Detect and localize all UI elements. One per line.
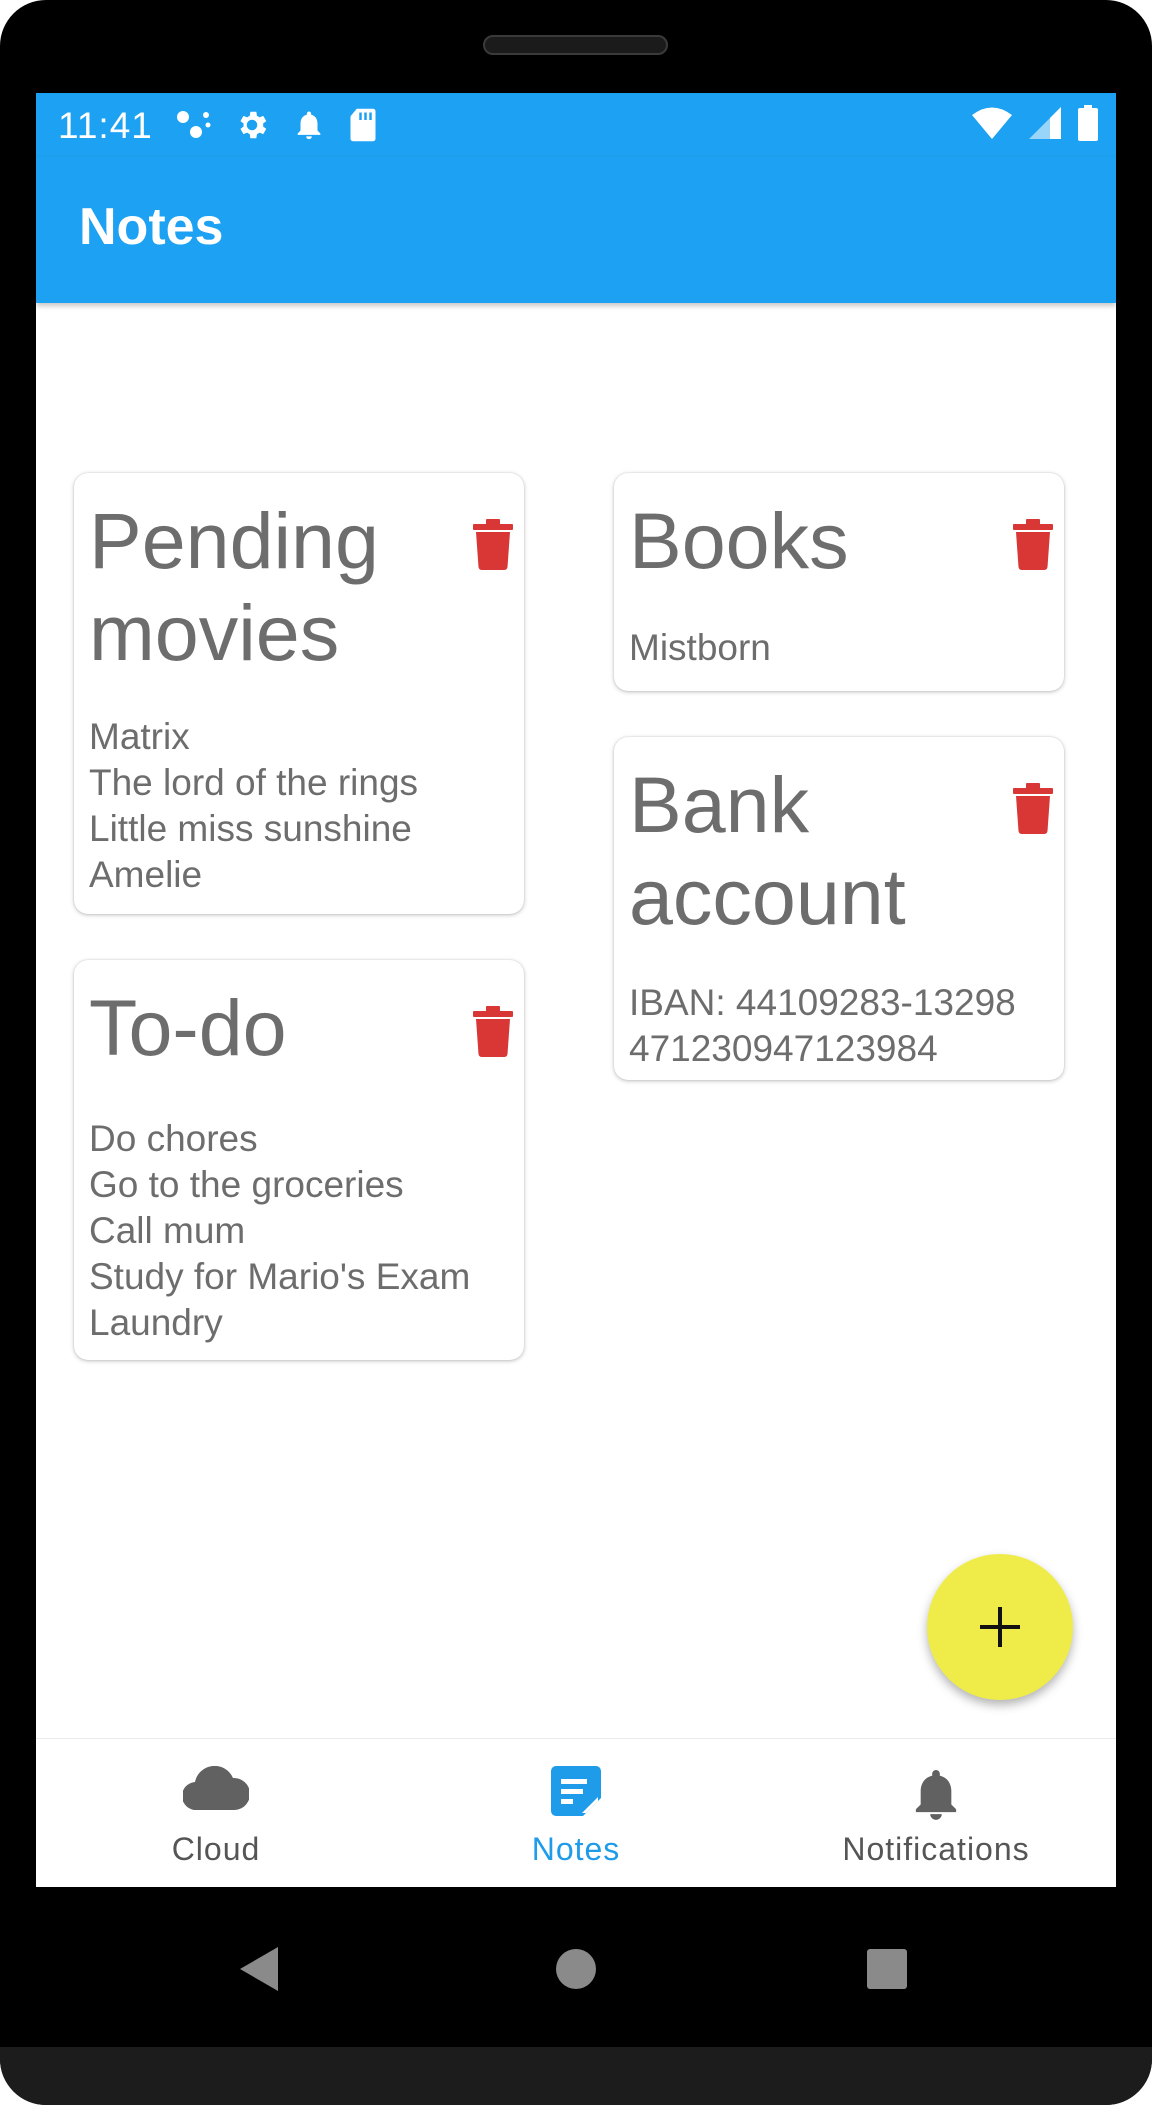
app-screen: 11:41 Notes Pending movies Matrix The lo…	[36, 93, 1116, 1887]
nav-item-notes[interactable]: Notes	[396, 1739, 756, 1887]
bottom-navigation: Cloud Notes Notifications	[36, 1738, 1116, 1887]
bell-icon	[915, 1770, 957, 1820]
add-note-button[interactable]	[927, 1554, 1073, 1700]
note-title-line: Bank	[629, 760, 810, 849]
note-card-to-do[interactable]: To-do Do chores Go to the groceries Call…	[74, 960, 524, 1360]
note-line: 471230947123984	[629, 1028, 938, 1069]
app-bar: Notes	[36, 157, 1116, 303]
trash-icon[interactable]	[473, 518, 513, 570]
note-title-line: movies	[89, 588, 340, 677]
wifi-icon	[972, 106, 1012, 145]
recents-icon[interactable]	[867, 1949, 907, 1989]
home-icon[interactable]	[555, 1948, 597, 1990]
note-line: IBAN: 44109283-13298	[629, 982, 1016, 1023]
gear-icon	[234, 107, 270, 148]
nav-label-notifications: Notifications	[842, 1831, 1030, 1867]
note-line: Little miss sunshine	[89, 808, 412, 849]
note-line: Laundry	[89, 1302, 223, 1343]
note-title: To-do	[89, 982, 287, 1074]
signal-icon	[1028, 106, 1062, 145]
plus-icon	[980, 1607, 1020, 1647]
note-line: Do chores	[89, 1118, 258, 1159]
notes-icon	[551, 1766, 601, 1816]
sd-card-icon	[348, 107, 378, 148]
trash-icon[interactable]	[1013, 782, 1053, 834]
note-title: Pending movies	[89, 495, 379, 679]
nav-item-notifications[interactable]: Notifications	[756, 1739, 1116, 1887]
note-body: Matrix The lord of the rings Little miss…	[89, 714, 418, 898]
earpiece-speaker	[483, 35, 668, 55]
app-title: Notes	[79, 198, 224, 256]
nav-label-notes: Notes	[531, 1831, 621, 1867]
trash-icon[interactable]	[1013, 518, 1053, 570]
status-bar: 11:41	[36, 93, 1116, 157]
back-icon[interactable]	[238, 1947, 278, 1991]
note-line: Call mum	[89, 1210, 246, 1251]
note-line: Mistborn	[629, 627, 771, 668]
note-title-line: Pending	[89, 496, 379, 585]
note-line: Go to the groceries	[89, 1164, 404, 1205]
note-card-bank-account[interactable]: Bank account IBAN: 44109283-13298 471230…	[614, 737, 1064, 1080]
trash-icon[interactable]	[473, 1005, 513, 1057]
nav-item-cloud[interactable]: Cloud	[36, 1739, 396, 1887]
note-line: The lord of the rings	[89, 762, 419, 803]
note-card-pending-movies[interactable]: Pending movies Matrix The lord of the ri…	[74, 473, 524, 914]
cloud-icon	[183, 1766, 249, 1810]
note-body: Mistborn	[629, 625, 771, 671]
device-frame: 11:41 Notes Pending movies Matrix The lo…	[0, 0, 1152, 2105]
note-line: Amelie	[89, 854, 203, 895]
note-card-books[interactable]: Books Mistborn	[614, 473, 1064, 691]
note-line: Study for Mario's Exam	[89, 1256, 471, 1297]
bell-icon	[292, 107, 326, 148]
dots-icon	[176, 108, 212, 147]
note-title-line: To-do	[89, 983, 287, 1072]
note-body: IBAN: 44109283-13298 471230947123984	[629, 980, 1016, 1072]
note-title: Books	[629, 495, 849, 587]
nav-label-cloud: Cloud	[171, 1831, 261, 1867]
device-bottom-edge	[0, 2047, 1152, 2105]
note-body: Do chores Go to the groceries Call mum S…	[89, 1116, 470, 1346]
note-title-line: account	[629, 852, 906, 941]
note-title-line: Books	[629, 496, 849, 585]
system-navigation-bar	[0, 1887, 1152, 2047]
status-time: 11:41	[58, 105, 153, 146]
battery-icon	[1078, 105, 1098, 146]
note-line: Matrix	[89, 716, 190, 757]
note-title: Bank account	[629, 759, 906, 943]
